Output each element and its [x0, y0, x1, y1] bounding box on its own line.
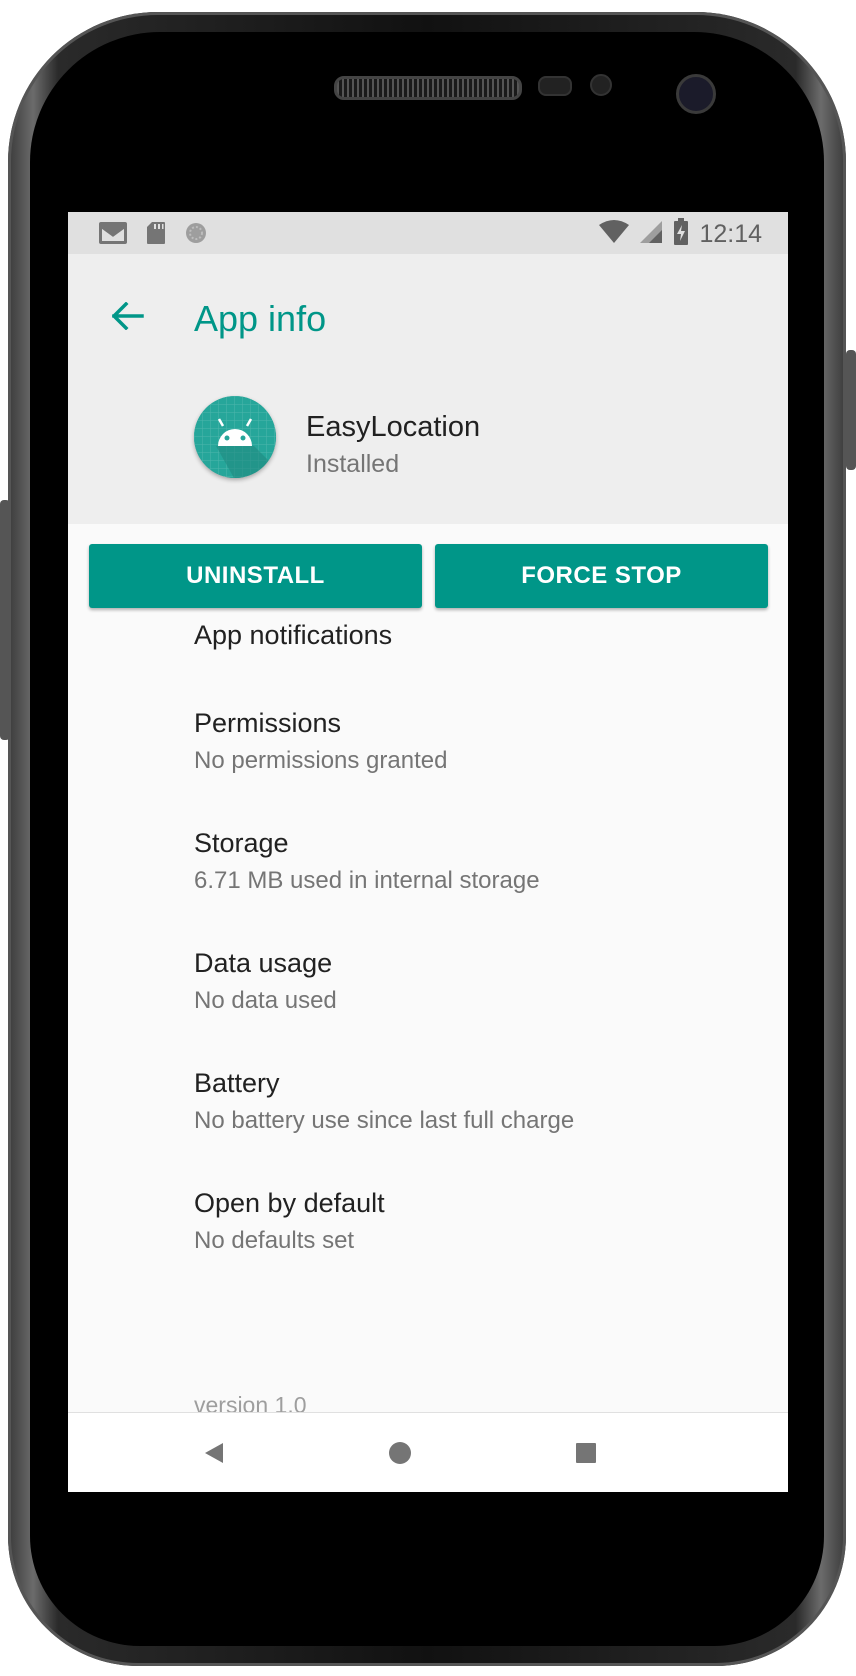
setting-storage[interactable]: Storage 6.71 MB used in internal storage: [194, 828, 540, 895]
front-camera: [676, 74, 716, 114]
sync-icon: [184, 221, 208, 250]
status-time: 12:14: [699, 220, 762, 248]
proximity-sensor: [538, 76, 572, 96]
volume-button: [0, 500, 10, 740]
force-stop-button[interactable]: FORCE STOP: [435, 544, 768, 608]
setting-title: Data usage: [194, 948, 333, 978]
android-app-icon: [194, 396, 276, 478]
light-sensor: [590, 74, 612, 96]
setting-title: Permissions: [194, 708, 342, 738]
back-button[interactable]: [96, 284, 160, 348]
setting-subtitle: No defaults set: [194, 1227, 355, 1254]
setting-subtitle: No permissions granted: [194, 747, 448, 774]
circle-home-icon: [389, 1442, 411, 1464]
setting-permissions[interactable]: Permissions No permissions granted: [194, 708, 447, 775]
uninstall-button[interactable]: UNINSTALL: [89, 544, 422, 608]
app-name: EasyLocation: [306, 411, 481, 443]
nav-home-button[interactable]: [380, 1433, 420, 1473]
setting-title: Battery: [194, 1068, 280, 1098]
earpiece-speaker: [334, 76, 522, 100]
setting-open-by-default[interactable]: Open by default No defaults set: [194, 1188, 385, 1255]
wifi-icon: [599, 220, 630, 249]
app-header: App info EasyLocation Installed: [68, 254, 788, 524]
setting-title: Storage: [194, 828, 289, 858]
setting-title: App notifications: [194, 620, 393, 650]
gmail-icon: [98, 221, 128, 250]
battery-charging-icon: [673, 218, 689, 251]
setting-subtitle: No data used: [194, 987, 337, 1014]
cell-signal-icon: [639, 220, 663, 249]
setting-app-notifications[interactable]: App notifications: [194, 620, 392, 651]
status-bar: 12:14: [68, 212, 788, 254]
navigation-bar: [68, 1412, 788, 1492]
nav-recents-button[interactable]: [566, 1433, 606, 1473]
arrow-left-icon: [112, 302, 144, 330]
setting-subtitle: 6.71 MB used in internal storage: [194, 867, 540, 894]
sd-card-icon: [146, 221, 166, 250]
setting-data-usage[interactable]: Data usage No data used: [194, 948, 337, 1015]
nav-back-button[interactable]: [194, 1433, 234, 1473]
app-install-status: Installed: [306, 450, 400, 478]
setting-subtitle: No battery use since last full charge: [194, 1107, 575, 1134]
power-button: [846, 350, 856, 470]
square-recents-icon: [576, 1443, 596, 1463]
page-title: App info: [194, 298, 327, 339]
setting-battery[interactable]: Battery No battery use since last full c…: [194, 1068, 574, 1135]
setting-title: Open by default: [194, 1188, 385, 1218]
screen: 12:14 App info EasyLocation Installed UN…: [68, 212, 788, 1492]
triangle-back-icon: [205, 1443, 223, 1463]
